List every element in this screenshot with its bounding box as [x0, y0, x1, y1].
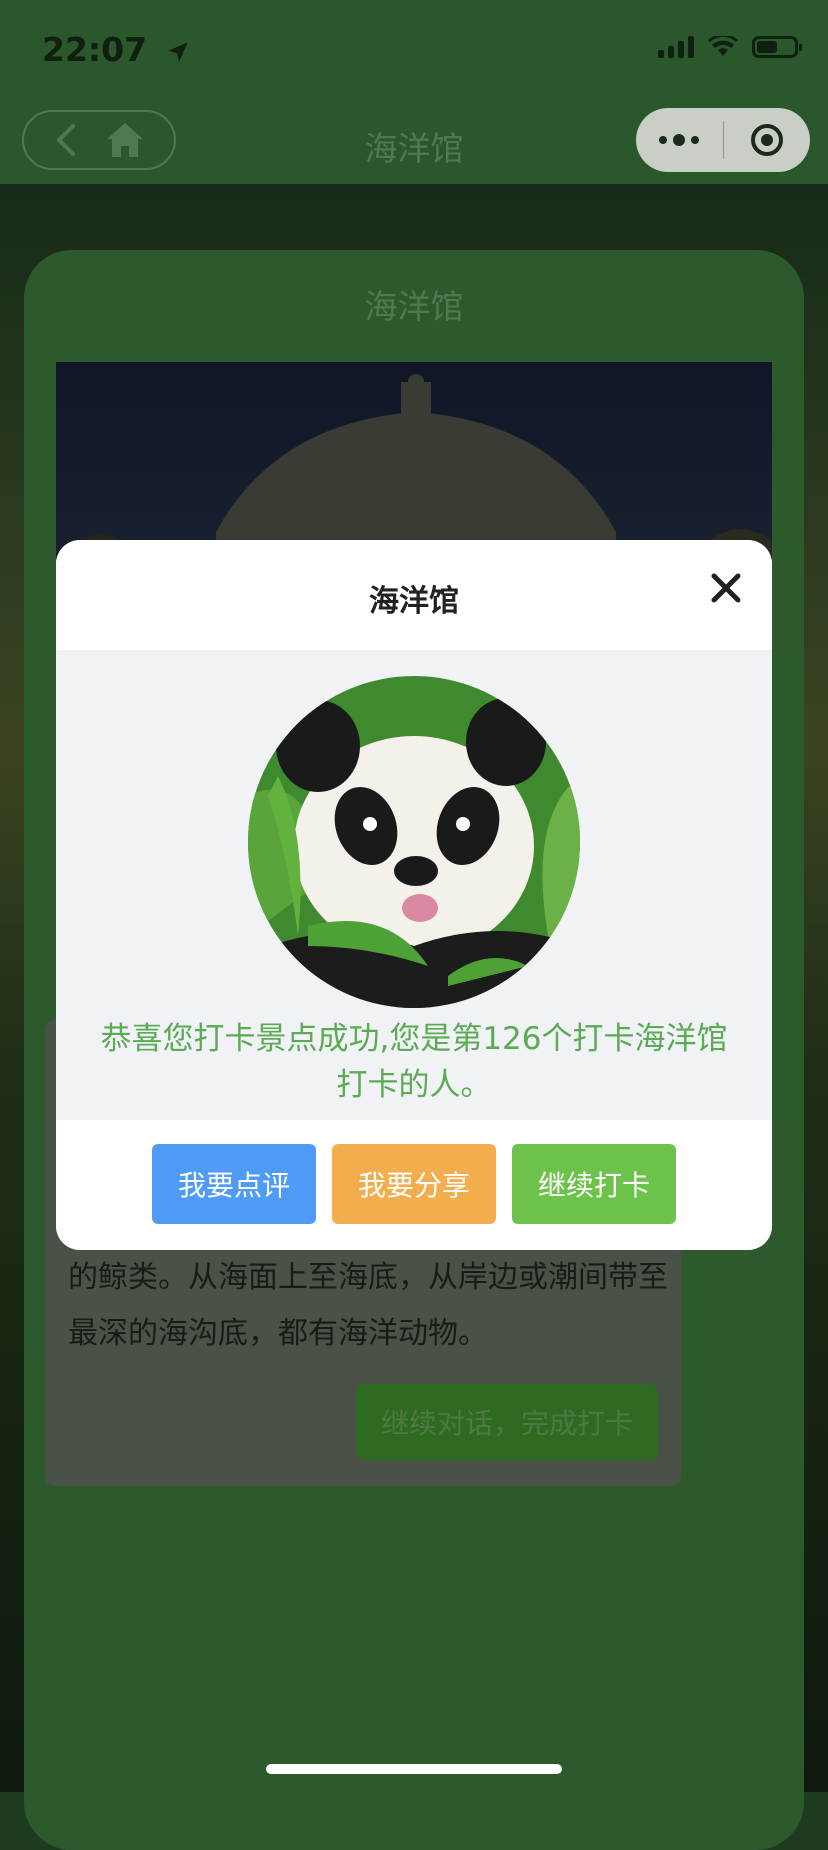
card-title: 海洋馆 [364, 287, 464, 326]
continue-checkin-button[interactable]: 继续打卡 [512, 1144, 676, 1224]
status-time: 22:07 [42, 30, 191, 69]
share-button[interactable]: 我要分享 [332, 1144, 496, 1224]
close-icon[interactable] [708, 570, 744, 606]
wifi-icon [708, 36, 738, 56]
more-button[interactable] [636, 108, 723, 172]
cellular-signal-icon [658, 36, 694, 58]
location-arrow-icon [167, 41, 188, 62]
modal-body: 恭喜您打卡景点成功,您是第126个打卡海洋馆打卡的人。 [56, 650, 772, 1120]
checkin-message: 恭喜您打卡景点成功,您是第126个打卡海洋馆打卡的人。 [100, 1021, 728, 1103]
home-indicator[interactable] [266, 1764, 562, 1774]
review-button[interactable]: 我要点评 [152, 1144, 316, 1224]
more-dots-icon [659, 134, 700, 146]
target-circle-icon [750, 124, 783, 156]
continue-dialog-button[interactable]: 继续对话，完成打卡 [356, 1384, 658, 1460]
status-bar: 22:07 [0, 0, 828, 100]
miniprogram-capsule [636, 108, 810, 172]
status-icons [658, 36, 802, 58]
nav-bar: 海洋馆 [0, 100, 828, 184]
modal-header: 海洋馆 [56, 540, 772, 650]
modal-title: 海洋馆 [369, 584, 459, 619]
panda-avatar [248, 676, 580, 1008]
status-time-text: 22:07 [42, 30, 148, 69]
chat-bubble-text: 的鲸类。从海面上至海底，从岸边或潮间带至最深的海沟底，都有海洋动物。 [68, 1260, 668, 1351]
battery-icon [752, 36, 802, 58]
close-miniprogram-button[interactable] [724, 108, 811, 172]
